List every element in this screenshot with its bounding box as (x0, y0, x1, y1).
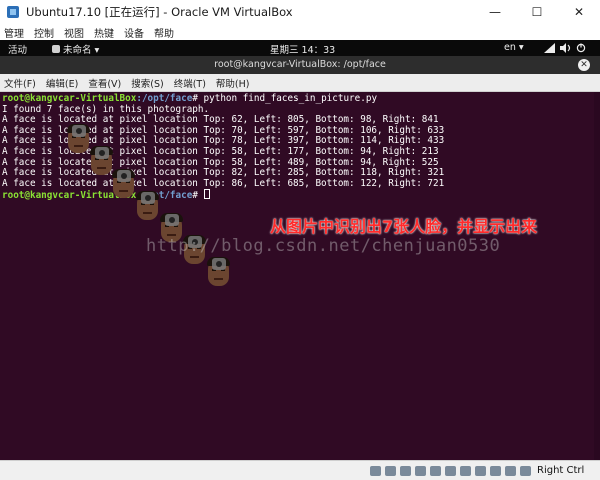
shared-folder-icon[interactable] (445, 466, 456, 476)
close-icon: ✕ (580, 60, 588, 70)
terminal-close-button[interactable]: ✕ (578, 59, 590, 71)
display-icon[interactable] (460, 466, 471, 476)
maximize-button[interactable]: ☐ (516, 0, 558, 24)
camera-icon (212, 258, 226, 270)
terminal-menu-terminal[interactable]: 终端(T) (174, 76, 206, 90)
audio-icon[interactable] (400, 466, 411, 476)
terminal-title: root@kangvcar-VirtualBox: /opt/face (214, 59, 386, 70)
app-menu-label: 未命名 ▾ (63, 45, 100, 56)
cpu-icon[interactable] (490, 466, 501, 476)
output-line: A face is located at pixel location Top:… (2, 177, 445, 189)
vbox-menubar: 管理 控制 视图 热键 设备 帮助 (0, 24, 600, 40)
vbox-menu-hotkey[interactable]: 热键 (94, 25, 114, 40)
vbox-statusbar: Right Ctrl (0, 460, 600, 480)
network-adapter-icon[interactable] (415, 466, 426, 476)
camera-icon (95, 147, 109, 159)
vbox-menu-manage[interactable]: 管理 (4, 25, 24, 40)
app-menu-icon (52, 45, 60, 53)
close-button[interactable]: ✕ (558, 0, 600, 24)
vbox-menu-devices[interactable]: 设备 (124, 25, 144, 40)
red-annotation-caption: 从图片中识别出7张人脸，并显示出来 (270, 217, 538, 236)
face-thumbnail[interactable] (204, 257, 233, 286)
camera-icon (72, 125, 86, 137)
usb-icon[interactable] (430, 466, 441, 476)
vbox-menu-help[interactable]: 帮助 (154, 25, 174, 40)
app-menu[interactable]: 未命名 ▾ (52, 42, 99, 56)
terminal-menu-help[interactable]: 帮助(H) (216, 76, 250, 90)
host-key-label: Right Ctrl (537, 465, 585, 476)
virtualbox-app-icon (7, 6, 19, 18)
keyboard-capture-icon[interactable] (520, 466, 531, 476)
terminal-menu-file[interactable]: 文件(F) (4, 76, 36, 90)
harddisk-icon[interactable] (370, 466, 381, 476)
prompt-user: root@kangvcar-VirtualBox (2, 93, 137, 104)
command-line: root@kangvcar-VirtualBox:/opt/face# pyth… (2, 93, 444, 105)
vbox-menu-control[interactable]: 控制 (34, 25, 54, 40)
camera-icon (165, 214, 179, 226)
input-language-indicator[interactable]: en ▾ (504, 42, 524, 53)
window-title: Ubuntu17.10 [正在运行] - Oracle VM VirtualBo… (26, 5, 293, 19)
terminal-menubar: 文件(F) 编辑(E) 查看(V) 搜索(S) 终端(T) 帮助(H) (0, 74, 600, 92)
camera-icon (141, 192, 155, 204)
terminal-menu-edit[interactable]: 编辑(E) (46, 76, 78, 90)
minimize-button[interactable]: — (474, 0, 516, 24)
activities-button[interactable]: 活动 (8, 42, 27, 56)
terminal-menu-search[interactable]: 搜索(S) (131, 76, 163, 90)
window-titlebar[interactable]: Ubuntu17.10 [正在运行] - Oracle VM VirtualBo… (0, 0, 600, 24)
blog-watermark: http://blog.csdn.net/chenjuan0530 (146, 236, 501, 256)
prompt-symbol: # (192, 93, 204, 104)
network-icon[interactable] (544, 43, 555, 53)
prompt-line: root@kangvcar-VirtualBox:/opt/face# (2, 189, 444, 202)
panel-clock[interactable]: 星期三 14：33 (270, 42, 335, 56)
optical-drive-icon[interactable] (385, 466, 396, 476)
volume-icon[interactable] (560, 43, 571, 53)
power-icon (576, 43, 586, 53)
prompt-symbol: # (192, 190, 204, 202)
terminal-scrollbar[interactable] (594, 92, 600, 460)
terminal-menu-view[interactable]: 查看(V) (88, 76, 121, 90)
terminal-headerbar[interactable]: root@kangvcar-VirtualBox: /opt/face ✕ (0, 56, 600, 74)
power-menu-icon[interactable] (576, 43, 594, 56)
command-text: python find_faces_in_picture.py (203, 93, 378, 104)
video-capture-icon[interactable] (475, 466, 486, 476)
mouse-integration-icon[interactable] (505, 466, 516, 476)
gnome-top-panel: 活动 未命名 ▾ 星期三 14：33 en ▾ (0, 40, 600, 56)
camera-icon (117, 170, 131, 182)
vbox-menu-view[interactable]: 视图 (64, 25, 84, 40)
text-cursor (203, 189, 210, 200)
prompt-path: :/opt/face (136, 93, 193, 104)
